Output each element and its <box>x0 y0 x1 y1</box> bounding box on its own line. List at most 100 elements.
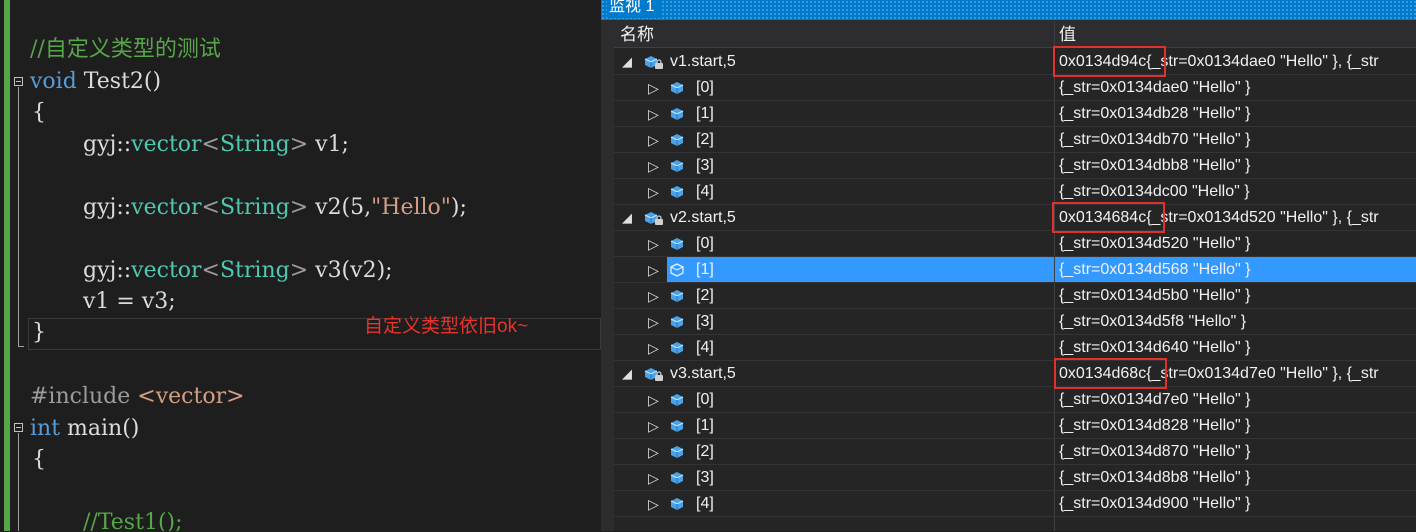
expand-triangle-icon[interactable]: ▷ <box>648 309 659 335</box>
watch-grid[interactable]: 名称 值 ◢ v1.start,5 0x0134d94c{_str=0x0134da… <box>614 21 1416 531</box>
element-index[interactable]: [2] <box>696 439 714 465</box>
element-index[interactable]: [0] <box>696 231 714 257</box>
element-value[interactable]: {_str=0x0134d900 "Hello" } <box>1059 491 1251 517</box>
expand-triangle-icon[interactable]: ▷ <box>648 491 659 517</box>
template-lt: < <box>201 195 220 220</box>
element-value[interactable]: {_str=0x0134d520 "Hello" } <box>1059 231 1251 257</box>
expand-triangle-icon[interactable]: ▷ <box>648 387 659 413</box>
element-object-icon <box>669 497 685 516</box>
watch-row-3[interactable]: ◢ v3.start,5 0x0134d68c{_str=0x0134d7e0 "H… <box>614 358 1416 389</box>
collapse-triangle-icon[interactable]: ◢ <box>622 205 632 231</box>
expand-triangle-icon[interactable]: ▷ <box>648 179 659 205</box>
code-line-comment: //自定义类型的测试 <box>30 34 221 65</box>
element-object-icon <box>669 445 685 464</box>
namespace-text: gyj:: <box>83 195 132 220</box>
expand-triangle-icon[interactable]: ▷ <box>648 413 659 439</box>
element-index[interactable]: [4] <box>696 491 714 517</box>
selection-bg <box>667 335 1054 360</box>
element-index[interactable]: [1] <box>696 101 714 127</box>
fold-toggle-test2[interactable] <box>14 77 23 86</box>
watch-child-row[interactable]: ▷ [4] {_str=0x0134d640 "Hello" } <box>614 335 1416 361</box>
expand-triangle-icon[interactable]: ▷ <box>648 75 659 101</box>
watch-child-row[interactable]: ▷ [3] {_str=0x0134d8b8 "Hello" } <box>614 465 1416 491</box>
element-value[interactable]: {_str=0x0134d568 "Hello" } <box>1059 257 1251 283</box>
element-index[interactable]: [4] <box>696 179 714 205</box>
watch-child-row[interactable]: ▷ [4] {_str=0x0134d900 "Hello" } <box>614 491 1416 517</box>
watch-header: 名称 值 <box>614 21 1416 48</box>
fold-toggle-main[interactable] <box>14 423 23 432</box>
comment-text: //自定义类型的测试 <box>30 37 221 62</box>
watch-child-row[interactable]: ▷ [2] {_str=0x0134d5b0 "Hello" } <box>614 283 1416 309</box>
element-index[interactable]: [1] <box>696 413 714 439</box>
collapse-triangle-icon[interactable]: ◢ <box>622 361 632 387</box>
selection-bg <box>667 257 1054 282</box>
element-index[interactable]: [4] <box>696 335 714 361</box>
template-lt: < <box>201 132 220 157</box>
empty-watch-row[interactable] <box>614 516 1416 532</box>
element-index[interactable]: [0] <box>696 387 714 413</box>
watch-expression[interactable]: v3.start,5 <box>670 361 736 387</box>
expand-triangle-icon[interactable]: ▷ <box>648 153 659 179</box>
watch-title-bar[interactable]: 监视 1 <box>601 0 1416 20</box>
comment-text: //Test1(); <box>83 510 183 531</box>
element-object-icon <box>669 81 685 100</box>
vector-type: vector <box>131 258 202 283</box>
selection-bg <box>667 439 1054 464</box>
brace-open: { <box>32 447 46 472</box>
watch-child-row[interactable]: ▷ [3] {_str=0x0134dbb8 "Hello" } <box>614 153 1416 179</box>
element-value[interactable]: {_str=0x0134d7e0 "Hello" } <box>1059 387 1251 413</box>
element-index[interactable]: [3] <box>696 309 714 335</box>
expand-triangle-icon[interactable]: ▷ <box>648 257 659 283</box>
watch-child-row-selected[interactable]: ▷ [1] {_str=0x0134d568 "Hello" } <box>614 257 1416 283</box>
element-value[interactable]: {_str=0x0134dbb8 "Hello" } <box>1059 153 1251 179</box>
element-object-icon <box>669 107 685 126</box>
expand-triangle-icon[interactable]: ▷ <box>648 101 659 127</box>
struct-variable-icon <box>643 54 665 75</box>
element-index[interactable]: [0] <box>696 75 714 101</box>
vector-type: vector <box>131 132 202 157</box>
watch-child-row[interactable]: ▷ [1] {_str=0x0134d828 "Hello" } <box>614 413 1416 439</box>
element-value[interactable]: {_str=0x0134d8b8 "Hello" } <box>1059 465 1251 491</box>
watch-row-1[interactable]: ◢ v1.start,5 0x0134d94c{_str=0x0134dae0 "H… <box>614 46 1416 77</box>
decl-rest: v2(5, <box>308 195 372 220</box>
element-value[interactable]: {_str=0x0134dae0 "Hello" } <box>1059 75 1251 101</box>
element-index[interactable]: [3] <box>696 153 714 179</box>
watch-row-2[interactable]: ◢ v2.start,5 0x0134684c{_str=0x0134d520 "H… <box>614 202 1416 233</box>
struct-variable-icon <box>643 210 665 231</box>
watch-child-row[interactable]: ▷ [2] {_str=0x0134db70 "Hello" } <box>614 127 1416 153</box>
element-value[interactable]: {_str=0x0134d870 "Hello" } <box>1059 439 1251 465</box>
watch-child-row[interactable]: ▷ [0] {_str=0x0134d7e0 "Hello" } <box>614 387 1416 413</box>
element-value[interactable]: {_str=0x0134db28 "Hello" } <box>1059 101 1251 127</box>
column-header-name[interactable]: 名称 <box>620 21 654 48</box>
element-value[interactable]: {_str=0x0134d5f8 "Hello" } <box>1059 309 1246 335</box>
code-line-test2-signature: void Test2() <box>30 66 161 97</box>
watch-child-row[interactable]: ▷ [2] {_str=0x0134d870 "Hello" } <box>614 439 1416 465</box>
watch-child-row[interactable]: ▷ [0] {_str=0x0134dae0 "Hello" } <box>614 75 1416 101</box>
fold-guide-end <box>18 346 24 347</box>
watch-expression[interactable]: v1.start,5 <box>670 49 736 75</box>
element-value[interactable]: {_str=0x0134d828 "Hello" } <box>1059 413 1251 439</box>
element-value[interactable]: {_str=0x0134db70 "Hello" } <box>1059 127 1251 153</box>
expand-triangle-icon[interactable]: ▷ <box>648 439 659 465</box>
expand-triangle-icon[interactable]: ▷ <box>648 283 659 309</box>
selection-bg <box>667 101 1054 126</box>
selection-bg <box>667 491 1054 516</box>
watch-child-row[interactable]: ▷ [3] {_str=0x0134d5f8 "Hello" } <box>614 309 1416 335</box>
expand-triangle-icon[interactable]: ▷ <box>648 231 659 257</box>
element-index[interactable]: [2] <box>696 127 714 153</box>
element-index[interactable]: [2] <box>696 283 714 309</box>
watch-expression[interactable]: v2.start,5 <box>670 205 736 231</box>
template-gt: > <box>289 258 309 283</box>
watch-child-row[interactable]: ▷ [4] {_str=0x0134dc00 "Hello" } <box>614 179 1416 205</box>
column-header-value[interactable]: 值 <box>1059 21 1076 48</box>
expand-triangle-icon[interactable]: ▷ <box>648 335 659 361</box>
element-value[interactable]: {_str=0x0134d5b0 "Hello" } <box>1059 283 1251 309</box>
watch-child-row[interactable]: ▷ [1] {_str=0x0134db28 "Hello" } <box>614 101 1416 127</box>
expand-triangle-icon[interactable]: ▷ <box>648 127 659 153</box>
collapse-triangle-icon[interactable]: ◢ <box>622 49 632 75</box>
element-index[interactable]: [3] <box>696 465 714 491</box>
code-editor[interactable]: //自定义类型的测试 void Test2() { gyj::vector<St… <box>0 0 601 531</box>
expand-triangle-icon[interactable]: ▷ <box>648 465 659 491</box>
element-index[interactable]: [1] <box>696 257 714 283</box>
watch-child-row[interactable]: ▷ [0] {_str=0x0134d520 "Hello" } <box>614 231 1416 257</box>
